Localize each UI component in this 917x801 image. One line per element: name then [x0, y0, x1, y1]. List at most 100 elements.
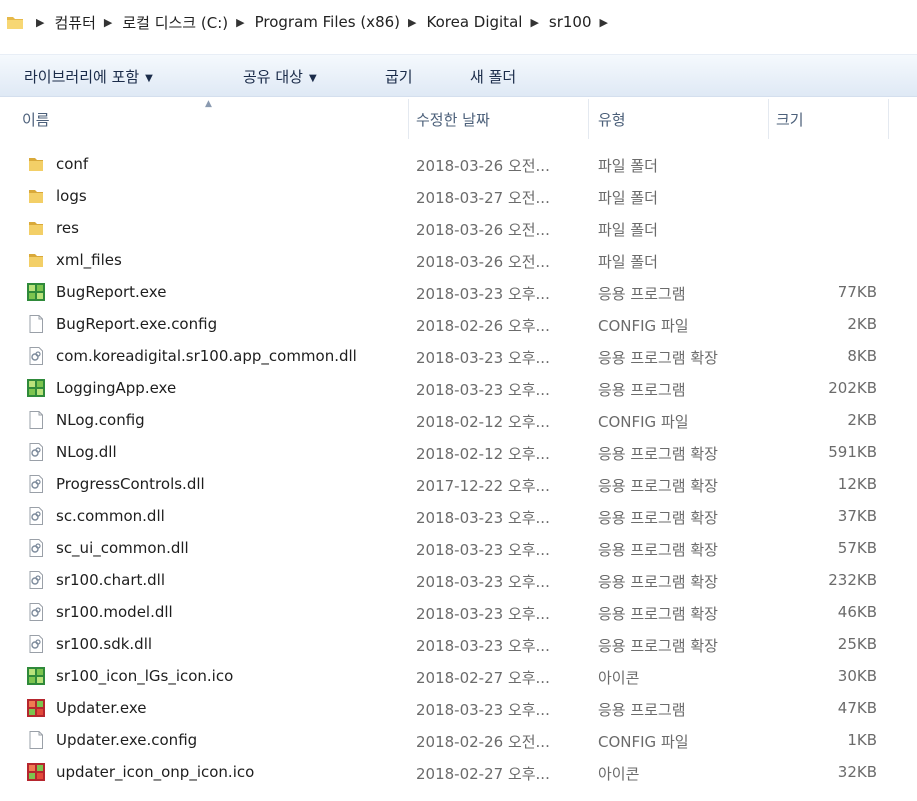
file-date: 2018-03-23 오후...: [416, 349, 550, 367]
file-date: 2018-03-23 오후...: [416, 381, 550, 399]
burn-button[interactable]: 굽기: [385, 66, 413, 87]
column-divider[interactable]: [888, 99, 889, 139]
command-bar: 라이브러리에 포함 ▼ 공유 대상 ▼ 굽기 새 폴더: [0, 54, 917, 97]
file-row[interactable]: logs 2018-03-27 오전... 파일 폴더: [0, 180, 917, 212]
file-date: 2018-03-26 오전...: [416, 221, 550, 239]
file-date: 2018-03-26 오전...: [416, 253, 550, 271]
folder-icon: [7, 17, 23, 29]
file-size: 77KB: [837, 283, 877, 301]
column-divider[interactable]: [768, 99, 769, 139]
file-type: CONFIG 파일: [598, 317, 689, 335]
file-row[interactable]: sc_ui_common.dll 2018-03-23 오후... 응용 프로그램 …: [0, 532, 917, 564]
file-size: 2KB: [847, 315, 877, 333]
breadcrumb-program-files[interactable]: Program Files (x86): [255, 13, 400, 31]
file-row[interactable]: NLog.dll 2018-02-12 오후... 응용 프로그램 확장 591KB: [0, 436, 917, 468]
file-row[interactable]: sr100.model.dll 2018-03-23 오후... 응용 프로그램 확…: [0, 596, 917, 628]
file-row[interactable]: conf 2018-03-26 오전... 파일 폴더: [0, 148, 917, 180]
file-row[interactable]: xml_files 2018-03-26 오전... 파일 폴더: [0, 244, 917, 276]
chevron-right-icon[interactable]: ▶: [600, 16, 608, 29]
folder-icon: [26, 250, 46, 270]
file-type: 응용 프로그램 확장: [598, 445, 718, 463]
folder-icon: [26, 186, 46, 206]
address-bar[interactable]: ▶ 컴퓨터 ▶ 로컬 디스크 (C:) ▶ Program Files (x86…: [0, 0, 917, 44]
file-row[interactable]: updater_icon_onp_icon.ico 2018-02-27 오후..…: [0, 756, 917, 788]
chevron-right-icon[interactable]: ▶: [104, 16, 112, 29]
folder-icon: [26, 218, 46, 238]
file-date: 2018-03-23 오후...: [416, 701, 550, 719]
include-in-library-label: 라이브러리에 포함: [24, 68, 140, 86]
breadcrumb-computer[interactable]: 컴퓨터: [54, 12, 95, 33]
chevron-right-icon[interactable]: ▶: [236, 16, 244, 29]
blank-file-icon: [26, 410, 46, 430]
file-row[interactable]: res 2018-03-26 오전... 파일 폴더: [0, 212, 917, 244]
chevron-right-icon[interactable]: ▶: [530, 16, 538, 29]
dll-icon: [26, 634, 46, 654]
breadcrumb-local-disk[interactable]: 로컬 디스크 (C:): [122, 12, 228, 33]
file-row[interactable]: Updater.exe 2018-03-23 오후... 응용 프로그램 47KB: [0, 692, 917, 724]
dropdown-arrow-icon: ▼: [145, 73, 153, 84]
file-type: 응용 프로그램: [598, 381, 686, 399]
file-date: 2018-03-27 오전...: [416, 189, 550, 207]
file-size: 37KB: [837, 507, 877, 525]
column-divider[interactable]: [588, 99, 589, 139]
app-green-icon: [26, 378, 46, 398]
file-row[interactable]: NLog.config 2018-02-12 오후... CONFIG 파일 2KB: [0, 404, 917, 436]
file-row[interactable]: Updater.exe.config 2018-02-26 오전... CONFIG…: [0, 724, 917, 756]
blank-file-icon: [26, 314, 46, 334]
app-green-icon: [26, 282, 46, 302]
file-type: 파일 폴더: [598, 253, 658, 271]
file-name: sr100_icon_lGs_icon.ico: [56, 667, 234, 685]
sort-ascending-icon: ▲: [205, 99, 212, 109]
file-name: conf: [56, 155, 89, 173]
file-row[interactable]: ProgressControls.dll 2017-12-22 오후... 응용 프…: [0, 468, 917, 500]
dll-icon: [26, 538, 46, 558]
dropdown-arrow-icon: ▼: [308, 73, 317, 84]
share-with-button[interactable]: 공유 대상 ▼: [243, 66, 317, 87]
file-type: 응용 프로그램: [598, 285, 686, 303]
file-size: 57KB: [837, 539, 877, 557]
file-type: CONFIG 파일: [598, 413, 689, 431]
folder-icon: [26, 154, 46, 174]
include-in-library-button[interactable]: 라이브러리에 포함 ▼: [24, 66, 153, 87]
new-folder-button[interactable]: 새 폴더: [470, 66, 516, 87]
file-row[interactable]: BugReport.exe 2018-03-23 오후... 응용 프로그램 77KB: [0, 276, 917, 308]
file-size: 591KB: [828, 443, 877, 461]
chevron-right-icon[interactable]: ▶: [408, 16, 416, 29]
column-date-modified[interactable]: 수정한 날짜: [416, 109, 490, 130]
file-row[interactable]: BugReport.exe.config 2018-02-26 오후... CONF…: [0, 308, 917, 340]
dll-icon: [26, 474, 46, 494]
file-size: 202KB: [828, 379, 877, 397]
file-row[interactable]: sr100_icon_lGs_icon.ico 2018-02-27 오후... 아…: [0, 660, 917, 692]
column-type[interactable]: 유형: [598, 109, 626, 130]
file-size: 47KB: [837, 699, 877, 717]
file-row[interactable]: LoggingApp.exe 2018-03-23 오후... 응용 프로그램 202…: [0, 372, 917, 404]
file-size: 46KB: [837, 603, 877, 621]
file-date: 2018-03-23 오후...: [416, 509, 550, 527]
file-date: 2018-03-26 오전...: [416, 157, 550, 175]
dll-icon: [26, 570, 46, 590]
file-date: 2018-02-27 오후...: [416, 765, 550, 783]
file-type: 응용 프로그램: [598, 701, 686, 719]
file-type: 응용 프로그램 확장: [598, 349, 718, 367]
column-size[interactable]: 크기: [776, 109, 804, 130]
dll-icon: [26, 346, 46, 366]
file-type: 응용 프로그램 확장: [598, 605, 718, 623]
file-row[interactable]: sc.common.dll 2018-03-23 오후... 응용 프로그램 확장 3…: [0, 500, 917, 532]
file-size: 30KB: [837, 667, 877, 685]
file-name: Updater.exe.config: [56, 731, 198, 749]
column-name[interactable]: 이름: [22, 109, 50, 130]
file-date: 2018-02-26 오후...: [416, 317, 550, 335]
chevron-right-icon[interactable]: ▶: [36, 16, 44, 29]
column-divider[interactable]: [408, 99, 409, 139]
breadcrumb-sr100[interactable]: sr100: [549, 13, 592, 31]
file-row[interactable]: sr100.chart.dll 2018-03-23 오후... 응용 프로그램 확…: [0, 564, 917, 596]
file-name: BugReport.exe: [56, 283, 167, 301]
file-row[interactable]: sr100.sdk.dll 2018-03-23 오후... 응용 프로그램 확장 2…: [0, 628, 917, 660]
file-type: 응용 프로그램 확장: [598, 541, 718, 559]
file-name: updater_icon_onp_icon.ico: [56, 763, 255, 781]
file-date: 2017-12-22 오후...: [416, 477, 550, 495]
file-row[interactable]: com.koreadigital.sr100.app_common.dll 201…: [0, 340, 917, 372]
breadcrumb-korea-digital[interactable]: Korea Digital: [426, 13, 522, 31]
file-name: xml_files: [56, 251, 122, 269]
file-name: sr100.chart.dll: [56, 571, 165, 589]
